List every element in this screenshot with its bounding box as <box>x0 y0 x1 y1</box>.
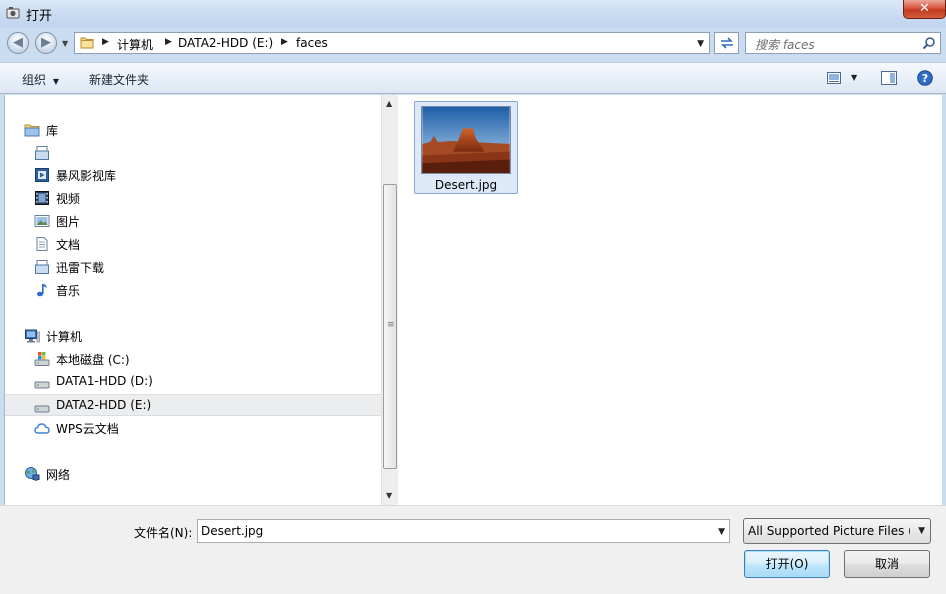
breadcrumb-folder[interactable]: faces <box>296 36 328 50</box>
help-icon[interactable]: ? <box>917 70 933 86</box>
sidebar-item-pictures[interactable]: 图片 <box>5 210 381 232</box>
sidebar-item-label: 图片 <box>56 215 81 229</box>
command-toolbar: 组织 ▼ 新建文件夹 ▼ ? <box>0 62 946 94</box>
preview-pane-icon[interactable] <box>881 71 897 85</box>
title-bar: 打开 ✕ <box>0 0 946 28</box>
search-icon[interactable] <box>922 36 936 50</box>
folder-icon <box>80 37 94 49</box>
cloud-icon <box>34 423 50 434</box>
scrollbar-thumb[interactable]: ≡ <box>383 184 397 469</box>
filename-value: Desert.jpg <box>201 524 264 538</box>
sidebar-item-documents[interactable]: 文档 <box>5 233 381 255</box>
media-library-icon <box>35 168 49 182</box>
system-drive-icon <box>34 352 50 366</box>
sidebar-item-label: 音乐 <box>56 284 81 298</box>
window-title: 打开 <box>26 9 53 24</box>
sidebar-item-label: 计算机 <box>46 330 83 344</box>
sidebar-item-label: 迅雷下载 <box>56 261 105 275</box>
forward-button[interactable]: ▶ <box>35 32 57 54</box>
document-icon <box>36 237 48 251</box>
address-bar[interactable]: ▶ 计算机 ▶ DATA2-HDD (E:) ▶ faces ▼ <box>74 32 710 54</box>
organize-label: 组织 <box>22 73 47 87</box>
sidebar-item-label: 库 <box>46 124 59 138</box>
sidebar-item-label: DATA2-HDD (E:) <box>56 398 152 412</box>
sidebar-item-drive-d[interactable]: DATA1-HDD (D:) <box>5 371 381 393</box>
view-options-icon[interactable] <box>827 72 841 84</box>
download-library-icon <box>35 260 49 274</box>
address-row: ◀ ▶ ▼ ▶ 计算机 ▶ DATA2-HDD (E:) ▶ faces ▼ 搜… <box>0 28 946 60</box>
sidebar-item-network[interactable]: 网络 <box>5 463 381 485</box>
sidebar-item-thunder-downloads[interactable]: 迅雷下载 <box>5 256 381 278</box>
sidebar-item-label: 暴风影视库 <box>56 169 117 183</box>
recent-locations-dropdown[interactable]: ▼ <box>62 39 68 48</box>
navigation-pane: 库 暴风影视库 视频 图片 文档 迅雷下载 音乐 计算机 本地磁盘 (C:) D… <box>4 95 383 505</box>
file-item[interactable]: Desert.jpg <box>414 101 518 194</box>
grip-icon: ≡ <box>387 320 395 330</box>
dialog-footer: 文件名(N): Desert.jpg ▼ All Supported Pictu… <box>0 505 946 594</box>
refresh-button[interactable] <box>714 32 739 54</box>
chevron-down-icon: ▼ <box>918 526 925 536</box>
picture-icon <box>34 215 50 227</box>
network-icon <box>25 467 40 481</box>
filename-input[interactable]: Desert.jpg ▼ <box>197 519 730 543</box>
breadcrumb-chevron-icon[interactable]: ▶ <box>165 37 172 47</box>
organize-menu[interactable]: 组织 ▼ <box>22 71 59 88</box>
video-icon <box>35 191 49 205</box>
view-dropdown-chevron-icon[interactable]: ▼ <box>851 73 857 82</box>
file-type-value: All Supported Picture Files (* <box>748 524 910 538</box>
new-folder-button[interactable]: 新建文件夹 <box>89 71 149 88</box>
drive-icon <box>34 381 50 389</box>
back-button[interactable]: ◀ <box>7 32 29 54</box>
filename-dropdown-chevron-icon[interactable]: ▼ <box>718 527 725 537</box>
app-icon <box>6 7 20 19</box>
file-type-select[interactable]: All Supported Picture Files (* ▼ <box>743 518 931 544</box>
navigation-scrollbar[interactable]: ▲ ≡ ▼ <box>381 95 398 505</box>
search-placeholder: 搜索 faces <box>755 38 815 52</box>
sidebar-item-label: DATA1-HDD (D:) <box>56 374 153 388</box>
svg-text:?: ? <box>922 72 928 85</box>
filename-label: 文件名(N): <box>134 526 193 540</box>
breadcrumb-chevron-icon[interactable]: ▶ <box>102 37 109 47</box>
chevron-down-icon: ▼ <box>52 77 59 86</box>
close-button[interactable]: ✕ <box>903 0 946 19</box>
sidebar-item-drive-c[interactable]: 本地磁盘 (C:) <box>5 348 381 370</box>
sidebar-item-media-library[interactable]: 暴风影视库 <box>5 164 381 186</box>
breadcrumb-computer[interactable]: 计算机 <box>117 36 153 53</box>
scroll-down-arrow-icon[interactable]: ▼ <box>386 491 392 500</box>
sidebar-item-label: 视频 <box>56 192 81 206</box>
document-library-icon <box>35 146 49 160</box>
address-history-dropdown[interactable]: ▼ <box>697 39 704 49</box>
sidebar-item-computer[interactable]: 计算机 <box>5 325 381 347</box>
breadcrumb-drive[interactable]: DATA2-HDD (E:) <box>178 36 273 50</box>
search-input[interactable]: 搜索 faces <box>745 32 941 54</box>
sidebar-item-videos[interactable]: 视频 <box>5 187 381 209</box>
sidebar-item-label: WPS云文档 <box>56 422 119 436</box>
cancel-button[interactable]: 取消 <box>844 550 930 578</box>
computer-icon <box>25 329 40 343</box>
sidebar-item-wps-cloud[interactable]: WPS云文档 <box>5 417 381 439</box>
file-thumbnail <box>421 106 511 174</box>
back-arrow-icon: ◀ <box>13 35 23 50</box>
library-icon <box>24 124 40 137</box>
sidebar-item-label: 文档 <box>56 238 81 252</box>
sidebar-item-label: 网络 <box>46 468 71 482</box>
sidebar-item-library[interactable]: 库 <box>5 119 381 141</box>
open-button[interactable]: 打开(O) <box>744 550 830 578</box>
sidebar-item-document-library[interactable] <box>5 142 381 164</box>
scroll-up-arrow-icon[interactable]: ▲ <box>386 99 392 108</box>
refresh-icon <box>721 37 733 49</box>
forward-arrow-icon: ▶ <box>41 35 51 50</box>
sidebar-item-music[interactable]: 音乐 <box>5 279 381 301</box>
file-list: Desert.jpg <box>398 95 942 505</box>
music-icon <box>37 284 47 297</box>
breadcrumb-chevron-icon[interactable]: ▶ <box>281 37 288 47</box>
sidebar-item-label: 本地磁盘 (C:) <box>56 353 130 367</box>
drive-icon <box>34 405 50 413</box>
desert-image-icon <box>422 107 510 173</box>
file-name: Desert.jpg <box>434 178 498 192</box>
sidebar-item-drive-e[interactable]: DATA2-HDD (E:) <box>5 394 381 416</box>
